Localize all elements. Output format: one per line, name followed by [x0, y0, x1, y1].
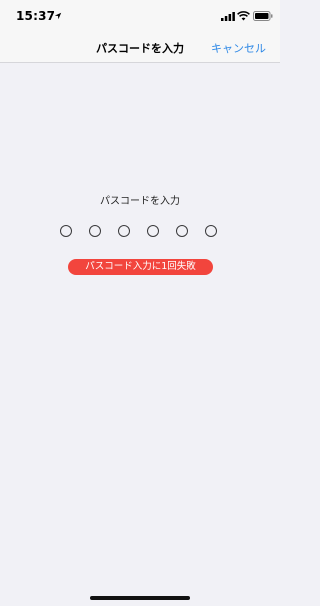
passcode-digit-dot — [89, 225, 101, 237]
battery-icon — [253, 11, 273, 21]
status-time: 15:37 — [16, 9, 56, 23]
passcode-prompt: パスコードを入力 — [100, 196, 180, 207]
passcode-dots — [60, 225, 220, 239]
home-indicator[interactable] — [90, 596, 190, 600]
cancel-button[interactable]: キャンセル — [211, 40, 266, 56]
passcode-digit-dot — [147, 225, 159, 237]
passcode-digit-dot — [60, 225, 72, 237]
failed-attempts-badge: パスコード入力に1回失敗 — [68, 259, 213, 275]
cellular-signal-icon — [221, 12, 235, 21]
wifi-icon — [237, 11, 250, 21]
navigation-bar: パスコードを入力 キャンセル — [0, 34, 280, 63]
passcode-digit-dot — [118, 225, 130, 237]
passcode-digit-dot — [205, 225, 217, 237]
location-arrow-icon — [54, 12, 62, 20]
status-bar: 15:37 — [0, 0, 280, 34]
passcode-digit-dot — [176, 225, 188, 237]
